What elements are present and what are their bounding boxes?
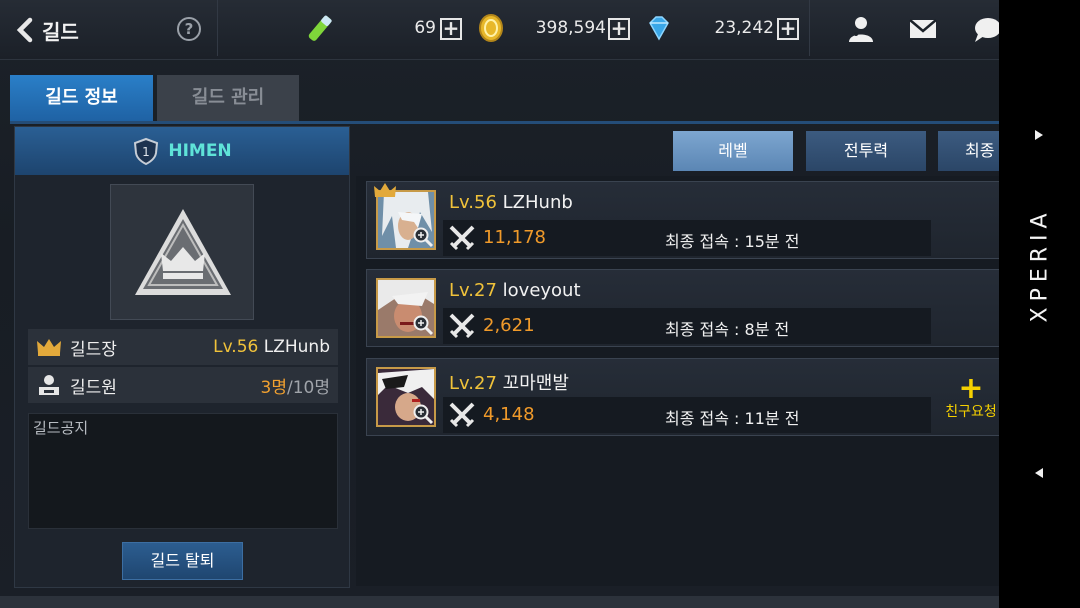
member-nickname: 꼬마맨발 [502,373,569,394]
tab-guild-manage[interactable]: 길드 관리 [157,75,299,121]
friend-request-label: 친구요청 [945,404,997,420]
help-icon[interactable]: ? [177,17,201,41]
swords-icon [449,402,475,428]
member-list: Lv.56 LZHunb 11,178 최종 접속 : 15분 전 Lv.27 … [356,176,999,586]
divider [809,0,810,56]
member-row[interactable]: Lv.56 LZHunb 11,178 최종 접속 : 15분 전 [366,181,999,259]
tab-guild-info[interactable]: 길드 정보 [10,75,153,121]
guild-leader-label: 길드장 [70,339,117,360]
member-last-login: 최종 접속 : 15분 전 [665,232,800,251]
member-level: Lv.27 [449,373,497,394]
leave-guild-button[interactable]: 길드 탈퇴 [122,542,243,580]
leader-level: Lv.56 [213,337,259,357]
gold-coin-icon [479,14,503,42]
member-power: 4,148 [483,404,535,425]
member-level: Lv.56 [449,192,497,213]
member-list-panel: 레벨 전투력 최종 Lv.56 LZHunb 11,178 최종 접속: 15… [353,126,999,588]
stamina-add-button[interactable]: + [440,18,462,40]
member-level: Lv.27 [449,280,497,301]
guild-members-value: 3명/10명 [261,373,330,398]
zoom-icon[interactable] [412,403,434,425]
member-row[interactable]: Lv.27 loveyout 2,621 최종 접속 : 8분 전 [366,269,999,347]
crown-icon [37,339,61,356]
guild-leader-row: 길드장 Lv.56 LZHunb [28,329,338,365]
gold-value: 398,594 [535,18,606,38]
sort-power-button[interactable]: 전투력 [806,131,926,171]
friend-request-button[interactable]: + 친구요청 [941,371,999,421]
member-stats: 2,621 최종 접속 : 8분 전 [443,308,931,344]
gem-value: 23,242 [714,18,774,38]
member-name: Lv.27 loveyout [449,280,581,301]
members-max: /10명 [287,377,330,398]
member-row[interactable]: Lv.27 꼬마맨발 4,148 최종 접속 : 11분 전 + 친구요청 [366,358,999,436]
member-nickname: LZHunb [502,192,573,213]
member-name: Lv.27 꼬마맨발 [449,369,569,395]
sort-level-button[interactable]: 레벨 [673,131,793,171]
member-power: 11,178 [483,227,546,248]
gold-add-button[interactable]: + [608,18,630,40]
bottom-frame [0,596,999,608]
crown-triangle-emblem-icon [135,209,231,295]
gem-icon [649,16,669,41]
leader-crown-icon [374,183,396,197]
mail-icon[interactable] [907,14,939,44]
svg-text:1: 1 [143,145,151,159]
member-icon [39,375,59,395]
guild-notice-box[interactable]: 길드공지 [28,413,338,529]
tab-underline [10,121,999,124]
member-stats: 4,148 최종 접속 : 11분 전 [443,397,931,433]
stamina-potion-icon [308,15,332,41]
member-portrait[interactable] [376,278,436,338]
chevron-left-icon [16,17,33,43]
stamina-value: 69 [414,18,436,38]
member-power: 2,621 [483,315,535,336]
guild-header: 1 HIMEN [15,127,349,175]
top-bar: 길드 ? 69 + 398,594 + 23,242 + [0,0,999,60]
guild-members-row: 길드원 3명/10명 [28,367,338,403]
members-count: 3명 [260,377,287,398]
divider [217,0,218,56]
member-stats: 11,178 최종 접속 : 15분 전 [443,220,931,256]
member-nickname: loveyout [502,280,581,301]
guild-name: HIMEN [168,141,232,161]
zoom-icon[interactable] [412,226,434,248]
game-screen: 길드 ? 69 + 398,594 + 23,242 + 길드 정보 길드 관리… [0,0,999,608]
member-last-login: 최종 접속 : 11분 전 [665,409,800,428]
zoom-icon[interactable] [412,314,434,336]
member-name: Lv.56 LZHunb [449,192,573,213]
swords-icon [449,313,475,339]
chat-icon[interactable] [970,14,999,44]
member-portrait[interactable] [376,367,436,427]
back-button[interactable]: 길드 [14,14,104,46]
swords-icon [449,225,475,251]
plus-icon: + [958,371,984,406]
member-last-login: 최종 접속 : 8분 전 [665,320,790,339]
guild-info-panel: 1 HIMEN 길드장 Lv.56 LZHunb 길드원 3명/10명 길드공지… [14,126,350,588]
guild-leader-value: Lv.56 LZHunb [213,337,330,357]
friends-icon[interactable] [845,14,877,44]
brand-text: XPERIA [1028,207,1053,322]
nav-up-icon[interactable] [1032,128,1046,142]
screen-title: 길드 [42,19,79,44]
sort-last-login-button[interactable]: 최종 [938,131,999,171]
guild-notice-label: 길드공지 [33,419,89,437]
guild-emblem [110,184,254,320]
leader-name: LZHunb [263,337,330,357]
device-brand-logo: XPERIA [1028,207,1053,322]
nav-back-icon[interactable] [1032,466,1046,480]
guild-members-label: 길드원 [70,377,117,398]
gem-add-button[interactable]: + [777,18,799,40]
shield-rank-icon: 1 [134,137,159,165]
